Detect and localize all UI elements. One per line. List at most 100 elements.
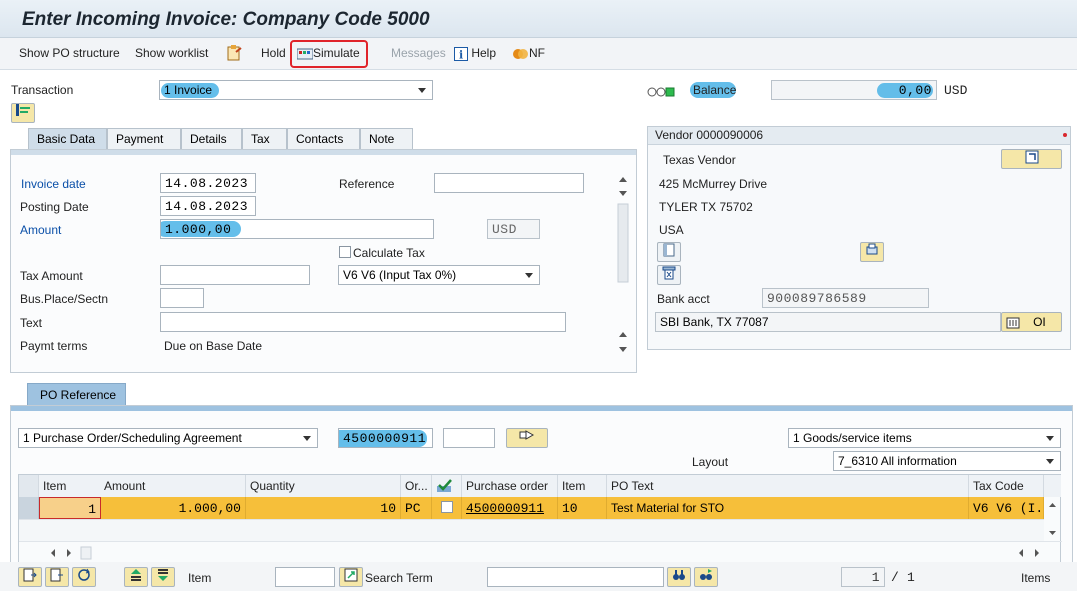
calculate-tax-checkbox[interactable]	[339, 246, 351, 258]
invoice-date-label: Invoice date	[21, 177, 86, 191]
column-header-amount[interactable]: Amount	[99, 475, 246, 497]
tax-code-value: V6 V6 (Input Tax 0%)	[343, 268, 457, 282]
tab-contacts[interactable]: Contacts	[287, 128, 360, 149]
vendor-edit-icon	[1025, 150, 1038, 164]
vendor-display-button[interactable]	[860, 242, 884, 262]
sort-ascending-button[interactable]	[124, 567, 148, 587]
column-header-purchase-order[interactable]: Purchase order	[462, 475, 558, 497]
reference-label: Reference	[339, 177, 395, 191]
refresh-button[interactable]	[72, 567, 96, 587]
cell-purchase-order[interactable]: 4500000911	[462, 497, 558, 519]
page-current-field[interactable]: 1	[841, 567, 885, 587]
tax-amount-input[interactable]	[160, 265, 310, 285]
ref-doc-type-select[interactable]: 1 Purchase Order/Scheduling Agreement	[18, 428, 318, 448]
bus-place-input[interactable]	[160, 288, 204, 308]
info-icon: i	[454, 46, 468, 61]
binoculars-icon	[673, 570, 685, 580]
items-count-label: Items	[1021, 571, 1051, 585]
sort-down-icon	[158, 569, 168, 581]
document-icon	[663, 243, 675, 257]
row-checkbox[interactable]	[441, 501, 453, 513]
search-term-input[interactable]	[487, 567, 664, 587]
cell-po-text[interactable]: Test Material for STO	[607, 497, 969, 519]
balance-field: 0,00	[771, 80, 937, 100]
layout-select[interactable]: 7_6310 All information	[833, 451, 1061, 471]
column-header-tax-code[interactable]: Tax Code	[969, 475, 1044, 497]
nf-icon	[513, 48, 528, 59]
select-all-cell[interactable]	[19, 475, 39, 497]
tab-basic-data[interactable]: Basic Data	[28, 128, 107, 149]
po-number-input[interactable]: 4500000911	[338, 428, 433, 448]
cell-check[interactable]	[432, 497, 462, 519]
nf-label: NF	[529, 46, 545, 60]
deselect-rows-button[interactable]	[45, 567, 69, 587]
tab-tax[interactable]: Tax	[242, 128, 287, 149]
column-header-po-text[interactable]: PO Text	[607, 475, 969, 497]
amount-input[interactable]: 1.000,00	[160, 219, 434, 239]
oi-label: OI	[1033, 315, 1046, 329]
transaction-value: 1 Invoice	[164, 83, 213, 97]
tab-details[interactable]: Details	[181, 128, 242, 149]
reference-input[interactable]	[434, 173, 584, 193]
trash-icon	[662, 266, 676, 280]
bus-place-label: Bus.Place/Sectn	[20, 292, 109, 306]
cell-order-unit[interactable]: PC	[401, 497, 432, 519]
grid-vertical-scrollbar[interactable]	[1044, 497, 1061, 541]
po-item-input[interactable]	[443, 428, 495, 448]
vendor-master-button[interactable]	[657, 242, 681, 262]
page-total: 1	[907, 570, 915, 585]
search-term-button[interactable]	[339, 567, 363, 587]
clipboard-icon[interactable]	[226, 44, 242, 65]
items-type-select[interactable]: 1 Goods/service items	[788, 428, 1061, 448]
column-header-check[interactable]	[432, 475, 462, 497]
column-header-po-item[interactable]: Item	[558, 475, 607, 497]
bank-acct-label: Bank acct	[657, 292, 710, 306]
ref-doc-type-value: 1 Purchase Order/Scheduling Agreement	[23, 431, 242, 445]
po-transfer-button[interactable]	[506, 428, 548, 448]
calculate-tax-label: Calculate Tax	[353, 246, 425, 260]
find-next-icon	[700, 569, 712, 580]
select-all-rows-button[interactable]	[18, 567, 42, 587]
basic-data-scrollbar[interactable]	[615, 172, 631, 360]
cell-tax-code[interactable]: V6 V6 (I...	[969, 497, 1044, 519]
tab-payment[interactable]: Payment	[107, 128, 181, 149]
cell-item[interactable]: 1	[39, 497, 101, 519]
vendor-street: 425 McMurrey Drive	[659, 177, 768, 191]
transaction-select[interactable]: 1 Invoice	[159, 80, 433, 100]
grid-horizontal-scrollbar[interactable]	[19, 541, 1062, 563]
item-search-input[interactable]	[275, 567, 335, 587]
nf-button[interactable]: NF	[513, 46, 545, 61]
cell-amount[interactable]: 1.000,00	[101, 497, 246, 519]
find-button[interactable]	[667, 567, 691, 587]
column-header-quantity[interactable]: Quantity	[246, 475, 401, 497]
tab-po-reference[interactable]: PO Reference	[27, 383, 126, 405]
layout-value: 7_6310 All information	[838, 454, 957, 468]
cell-po-item[interactable]: 10	[558, 497, 607, 519]
show-po-structure-button[interactable]: Show PO structure	[19, 46, 120, 60]
column-header-order-unit[interactable]: Or...	[401, 475, 432, 497]
bank-name-field: SBI Bank, TX 77087	[655, 312, 1001, 332]
vendor-delete-button[interactable]	[657, 265, 681, 285]
sort-descending-button[interactable]	[151, 567, 175, 587]
vendor-change-button[interactable]	[1001, 149, 1062, 169]
posting-date-input[interactable]: 14.08.2023	[160, 196, 256, 216]
empty-row[interactable]	[19, 519, 1044, 541]
tax-code-select[interactable]: V6 V6 (Input Tax 0%)	[338, 265, 540, 285]
amount-label: Amount	[20, 223, 62, 237]
cell-quantity[interactable]: 10	[246, 497, 401, 519]
application-toolbar: Show PO structure Show worklist Hold Sim…	[0, 38, 1077, 70]
required-indicator-icon	[1063, 133, 1067, 137]
find-next-button[interactable]	[694, 567, 718, 587]
open-items-button[interactable]: OI	[1001, 312, 1062, 332]
help-button[interactable]: i Help	[454, 46, 496, 61]
text-input[interactable]	[160, 312, 566, 332]
tab-note[interactable]: Note	[360, 128, 413, 149]
messages-button[interactable]: Messages	[391, 46, 446, 60]
invoice-date-input[interactable]: 14.08.2023	[160, 173, 256, 193]
select-all-icon	[23, 568, 37, 582]
window-title: Enter Incoming Invoice: Company Code 500…	[22, 9, 430, 30]
show-worklist-button[interactable]: Show worklist	[135, 46, 208, 60]
header-expand-button[interactable]	[11, 103, 35, 123]
hold-button[interactable]: Hold	[261, 46, 286, 60]
row-selector[interactable]	[19, 497, 39, 519]
